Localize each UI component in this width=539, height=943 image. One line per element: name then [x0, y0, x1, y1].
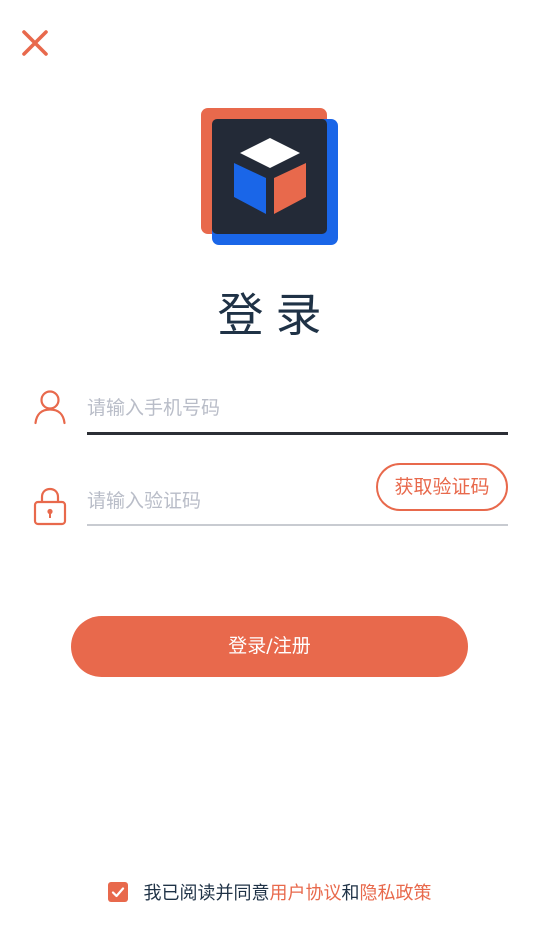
- user-icon: [32, 388, 68, 428]
- get-code-button[interactable]: 获取验证码: [376, 463, 508, 511]
- agreement-prefix: 我已阅读并同意: [143, 883, 270, 904]
- page-title: 登录: [217, 288, 334, 342]
- close-button[interactable]: [18, 26, 52, 60]
- agreement-checkbox[interactable]: [107, 882, 128, 902]
- check-icon: [111, 887, 124, 898]
- cube-logo-icon: [201, 108, 338, 245]
- phone-input[interactable]: [87, 390, 507, 426]
- agreement-row: 我已阅读并同意 用户协议 和 隐私政策: [0, 876, 539, 908]
- user-agreement-link[interactable]: 用户协议: [270, 879, 342, 905]
- lock-icon: [32, 486, 68, 526]
- app-logo: [200, 108, 340, 248]
- code-input-underline: [87, 524, 508, 526]
- verification-code-input[interactable]: [87, 483, 367, 519]
- login-register-button[interactable]: 登录/注册: [71, 616, 468, 677]
- phone-input-underline: [87, 432, 508, 435]
- agreement-conjunction: 和: [341, 883, 360, 904]
- close-icon: [22, 30, 48, 56]
- privacy-policy-link[interactable]: 隐私政策: [360, 879, 432, 905]
